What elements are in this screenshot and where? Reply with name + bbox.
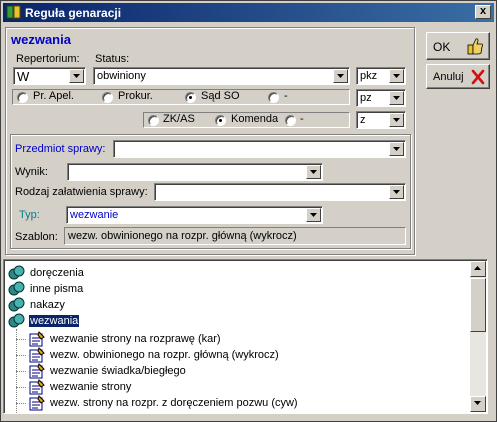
- chevron-up-icon: [474, 266, 481, 270]
- z-value: z: [360, 114, 366, 126]
- rodzaj-select[interactable]: [154, 183, 406, 201]
- typ-label: Typ:: [19, 209, 40, 221]
- radio-dash-1-label[interactable]: -: [284, 90, 288, 102]
- pz-value: pz: [360, 92, 372, 104]
- tree-branch: [16, 371, 26, 372]
- document-edit-icon: [29, 363, 45, 379]
- repertorium-value: W: [17, 69, 30, 84]
- radio-dash-1[interactable]: [268, 92, 279, 103]
- chevron-down-icon[interactable]: [333, 69, 348, 83]
- folder-group-icon: [8, 281, 25, 296]
- document-edit-icon: [29, 395, 45, 411]
- folder-group-icon: [8, 265, 25, 280]
- szablon-field: wezw. obwinionego na rozpr. główną (wykr…: [64, 227, 406, 245]
- chevron-down-icon[interactable]: [69, 69, 84, 83]
- rodzaj-label: Rodzaj załatwienia sprawy:: [15, 186, 148, 198]
- chevron-down-icon[interactable]: [306, 165, 321, 179]
- radio-pr-apel[interactable]: [17, 92, 28, 103]
- tree-branch: [16, 339, 26, 340]
- pkz-value: pkz: [360, 70, 378, 82]
- tree-node-label-selected: wezwania: [27, 314, 81, 328]
- tree-child-label: wezw. obwinionego na rozpr. główną (wykr…: [50, 349, 279, 361]
- anuluj-button[interactable]: Anuluj: [426, 64, 490, 89]
- przedmiot-label: Przedmiot sprawy:: [15, 143, 106, 155]
- dialog-window: Reguła genaracji x wezwania Repertorium:…: [0, 0, 497, 422]
- radio-prokur[interactable]: [102, 92, 113, 103]
- tree-branch: [16, 355, 26, 356]
- tree-branch: [16, 403, 26, 404]
- status-select[interactable]: obwiniony: [93, 67, 350, 85]
- chevron-down-icon[interactable]: [389, 69, 404, 83]
- przedmiot-select[interactable]: [113, 140, 406, 158]
- tree-child-label: wezw. strony na rozpr. z doręczeniem poz…: [50, 397, 298, 409]
- pz-select[interactable]: pz: [356, 89, 406, 107]
- document-edit-icon: [29, 347, 45, 363]
- radio-prokur-label[interactable]: Prokur.: [118, 90, 153, 102]
- ok-button[interactable]: OK: [426, 32, 490, 60]
- radio-zk-as-label[interactable]: ZK/AS: [163, 113, 195, 125]
- radio-komenda[interactable]: [215, 115, 226, 126]
- folder-group-icon: [8, 297, 25, 312]
- typ-value: wezwanie: [70, 209, 119, 221]
- tree-child-label: wezwanie strony: [50, 381, 132, 393]
- wynik-select[interactable]: [67, 163, 323, 181]
- pkz-select[interactable]: pkz: [356, 67, 406, 85]
- chevron-down-icon[interactable]: [389, 91, 404, 105]
- title-bar[interactable]: Reguła genaracji x: [3, 3, 494, 22]
- chevron-down-icon[interactable]: [306, 208, 321, 222]
- chevron-down-icon: [474, 401, 481, 405]
- radio-pr-apel-label[interactable]: Pr. Apel.: [33, 90, 74, 102]
- szablon-value: wezw. obwinionego na rozpr. główną (wykr…: [68, 230, 297, 242]
- repertorium-label: Repertorium:: [16, 53, 80, 65]
- tree-node-label: inne pisma: [30, 283, 84, 295]
- tree-child-label: wezwanie świadka/biegłego: [50, 365, 186, 377]
- app-icon: [6, 5, 21, 19]
- radio-sad-so[interactable]: [185, 92, 196, 103]
- wynik-label: Wynik:: [15, 166, 48, 178]
- chevron-down-icon[interactable]: [389, 113, 404, 127]
- chevron-down-icon[interactable]: [389, 142, 404, 156]
- radio-sad-so-label[interactable]: Sąd SO: [201, 90, 240, 102]
- close-button[interactable]: x: [475, 5, 491, 19]
- tree-vertical-scrollbar[interactable]: [470, 261, 486, 412]
- radio-dash-2[interactable]: [285, 115, 296, 126]
- tree-child-label: wezwanie strony na rozprawę (kar): [50, 333, 221, 345]
- status-label: Status:: [95, 53, 130, 65]
- folder-group-icon: [8, 313, 25, 328]
- chevron-down-icon[interactable]: [389, 185, 404, 199]
- z-select[interactable]: z: [356, 111, 406, 129]
- radio-dash-2-label[interactable]: -: [300, 113, 304, 125]
- repertorium-select[interactable]: W: [13, 67, 86, 85]
- scroll-up-button[interactable]: [470, 261, 486, 277]
- scroll-thumb[interactable]: [470, 278, 486, 332]
- szablon-label: Szablon:: [15, 231, 58, 243]
- anuluj-label: Anuluj: [433, 71, 464, 83]
- thumbs-up-icon: [467, 38, 483, 55]
- scroll-down-button[interactable]: [470, 396, 486, 412]
- tree-branch: [16, 387, 26, 388]
- radio-zk-as[interactable]: [148, 115, 159, 126]
- tree-node-label: nakazy: [30, 299, 65, 311]
- tree-node-label: doręczenia: [30, 267, 84, 279]
- red-x-icon: [471, 69, 485, 85]
- radio-komenda-label[interactable]: Komenda: [231, 113, 278, 125]
- status-value: obwiniony: [97, 70, 146, 82]
- rule-heading: wezwania: [11, 32, 71, 47]
- window-title: Reguła genaracji: [25, 6, 122, 20]
- document-edit-icon: [29, 379, 45, 395]
- document-edit-icon: [29, 331, 45, 347]
- template-tree[interactable]: doręczenia inne pisma nakazy wezwania we…: [3, 259, 488, 414]
- ok-label: OK: [433, 40, 451, 54]
- typ-select[interactable]: wezwanie: [66, 206, 323, 224]
